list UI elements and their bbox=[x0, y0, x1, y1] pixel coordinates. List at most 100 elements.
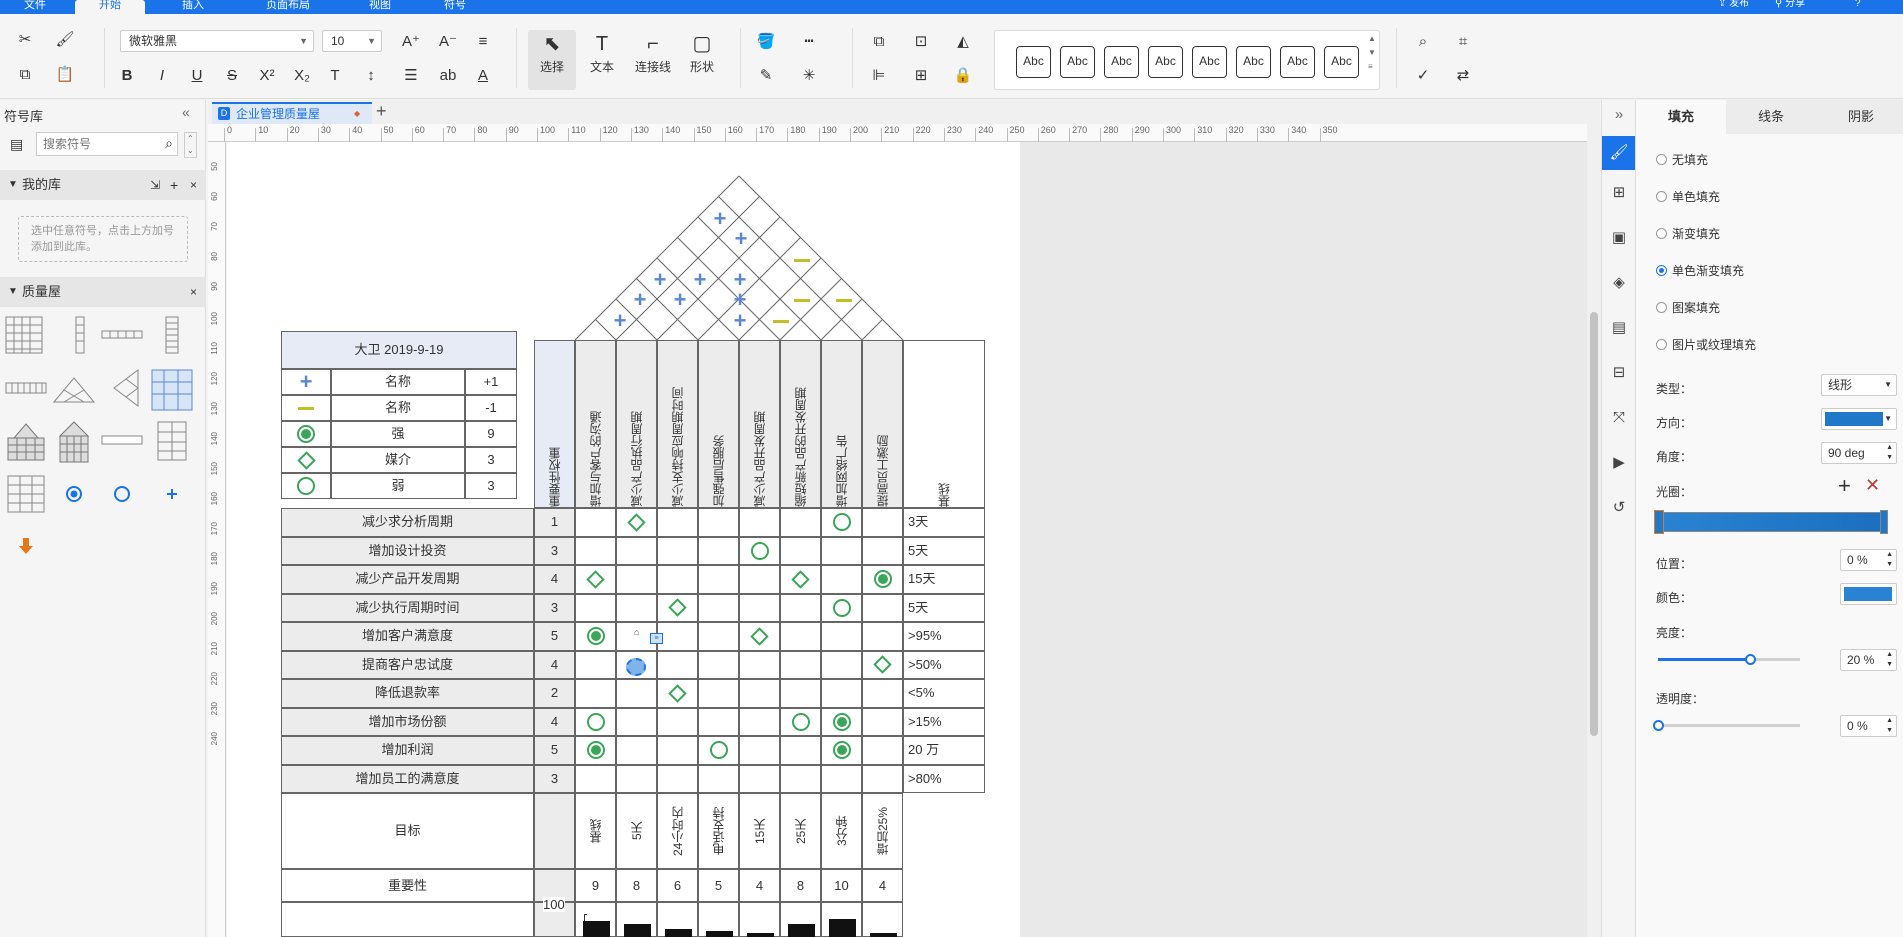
brightness-thumb[interactable] bbox=[1745, 654, 1757, 665]
matrix-cell[interactable] bbox=[575, 593, 616, 622]
row-label[interactable]: 减少求分析周期 bbox=[281, 508, 534, 537]
row-label[interactable]: 降低退款率 bbox=[281, 679, 534, 708]
strong-symbol-icon[interactable] bbox=[832, 712, 851, 731]
matrix-cell[interactable] bbox=[575, 764, 616, 793]
column-shape[interactable] bbox=[60, 315, 104, 359]
column-header[interactable]: 加强售后服务 bbox=[698, 340, 739, 508]
matrix-cell[interactable] bbox=[739, 508, 780, 537]
radio-button-selected[interactable] bbox=[1656, 265, 1667, 277]
plus-symbol-icon[interactable]: + bbox=[610, 310, 630, 332]
matrix-cell[interactable] bbox=[698, 622, 739, 651]
matrix-cell[interactable] bbox=[657, 650, 698, 679]
target-value[interactable]: 增加25% bbox=[862, 793, 903, 869]
matrix-cell[interactable] bbox=[780, 593, 821, 622]
circle-symbol-icon[interactable] bbox=[297, 477, 315, 495]
matrix-cell[interactable] bbox=[698, 565, 739, 594]
matrix-cell[interactable] bbox=[616, 764, 657, 793]
tab-file[interactable]: 文件 bbox=[0, 0, 70, 14]
matrix-cell[interactable] bbox=[862, 679, 903, 708]
style-sample-3[interactable]: Abc bbox=[1104, 46, 1139, 78]
strong-symbol-icon[interactable] bbox=[586, 741, 605, 760]
fill-option-texture[interactable]: 图片或纹理填充 bbox=[1656, 336, 1756, 353]
fill-option-pattern[interactable]: 图案填充 bbox=[1656, 299, 1720, 316]
row-weight[interactable]: 4 bbox=[534, 707, 575, 736]
importance-value[interactable]: 6 bbox=[657, 869, 698, 902]
gradient-bar[interactable] bbox=[1658, 512, 1884, 532]
flip-icon[interactable]: ◭ bbox=[952, 30, 974, 52]
floating-menu-icon[interactable]: ≡ bbox=[650, 633, 663, 644]
angle-input[interactable]: 90 deg ▲ ▼ bbox=[1821, 442, 1897, 464]
increase-font-icon[interactable]: A⁺ bbox=[400, 30, 422, 52]
matrix-cell[interactable] bbox=[698, 679, 739, 708]
document-tab[interactable]: D 企业管理质量屋 ◆ bbox=[212, 102, 372, 124]
transparency-input[interactable]: 0 % ▲ ▼ bbox=[1840, 715, 1897, 737]
lock-icon[interactable]: ⌂ bbox=[634, 627, 639, 637]
style-sample-8[interactable]: Abc bbox=[1324, 46, 1359, 78]
row-shape[interactable] bbox=[100, 315, 144, 359]
column-header[interactable]: 提高员工激励 bbox=[862, 340, 903, 508]
legend-title[interactable]: 大卫 2019-9-19 bbox=[281, 331, 517, 369]
align-icon[interactable]: ≡ bbox=[472, 30, 494, 52]
color-picker[interactable] bbox=[1840, 583, 1897, 605]
matrix-cell[interactable] bbox=[780, 536, 821, 565]
matrix-cell[interactable] bbox=[739, 565, 780, 594]
matrix-cell[interactable] bbox=[739, 650, 780, 679]
quality-house-header[interactable]: ▼ 质量屋 × bbox=[0, 277, 206, 307]
radio-button[interactable] bbox=[1656, 228, 1667, 240]
importance-value[interactable]: 5 bbox=[698, 869, 739, 902]
group-icon[interactable]: ⊡ bbox=[910, 30, 932, 52]
matrix-cell[interactable] bbox=[616, 565, 657, 594]
row-baseline[interactable]: 20 万 bbox=[903, 736, 985, 765]
matrix-cell[interactable] bbox=[739, 679, 780, 708]
column-header[interactable]: 增加网络广告 bbox=[821, 340, 862, 508]
legend-value[interactable]: 9 bbox=[465, 421, 517, 447]
roof-shape[interactable] bbox=[52, 368, 96, 412]
row-baseline[interactable]: >95% bbox=[903, 622, 985, 651]
fill-panel-icon[interactable]: 🖌 bbox=[1602, 136, 1636, 170]
plus-symbol-icon[interactable]: + bbox=[690, 269, 710, 291]
matrix-cell[interactable] bbox=[739, 764, 780, 793]
matrix-cell[interactable] bbox=[698, 707, 739, 736]
matrix-cell[interactable] bbox=[657, 508, 698, 537]
radio-button[interactable] bbox=[1656, 191, 1667, 203]
legend-name[interactable]: 名称 bbox=[331, 395, 465, 421]
circle-symbol-icon[interactable] bbox=[832, 513, 851, 532]
target-value[interactable]: 基线 bbox=[575, 793, 616, 869]
row-label[interactable]: 增加设计投资 bbox=[281, 536, 534, 565]
fill-option-gradient[interactable]: 渐变填充 bbox=[1656, 225, 1720, 242]
paste-icon[interactable]: 📋 bbox=[54, 63, 76, 85]
qfd-matrix-shape[interactable] bbox=[4, 315, 48, 359]
image-icon[interactable]: ▣ bbox=[1608, 227, 1630, 249]
plus-symbol-icon[interactable]: + bbox=[730, 289, 750, 311]
matrix-cell[interactable] bbox=[780, 736, 821, 765]
radio-button[interactable] bbox=[1656, 302, 1667, 314]
my-library-header[interactable]: ▼ 我的库 ⇲ + × bbox=[0, 170, 206, 200]
tab-view[interactable]: 视图 bbox=[345, 0, 415, 14]
style-sample-7[interactable]: Abc bbox=[1280, 46, 1315, 78]
matrix-cell[interactable] bbox=[657, 764, 698, 793]
minus-symbol-icon[interactable] bbox=[298, 406, 314, 410]
row-weight[interactable]: 3 bbox=[534, 593, 575, 622]
matrix-cell[interactable] bbox=[698, 764, 739, 793]
stepper-icon[interactable]: ▲ ▼ bbox=[1886, 650, 1893, 670]
history-icon[interactable]: ↺ bbox=[1608, 497, 1630, 519]
matrix-cell[interactable] bbox=[575, 536, 616, 565]
matrix-cell[interactable] bbox=[657, 565, 698, 594]
font-family-select[interactable]: 微软雅黑 ▼ bbox=[120, 30, 314, 52]
font-size-select[interactable]: 10 ▼ bbox=[322, 30, 382, 52]
target-value[interactable]: 15天 bbox=[739, 793, 780, 869]
quality-house-color-shape[interactable] bbox=[150, 368, 194, 412]
tab-fill[interactable]: 填充 bbox=[1636, 100, 1726, 134]
add-icon[interactable]: + bbox=[170, 170, 178, 200]
target-value[interactable]: 25天 bbox=[780, 793, 821, 869]
stepper-icon[interactable]: ▲ ▼ bbox=[1886, 550, 1893, 570]
transparency-thumb[interactable] bbox=[1653, 720, 1664, 731]
row-baseline[interactable]: >15% bbox=[903, 707, 985, 736]
close-icon[interactable]: × bbox=[190, 277, 197, 307]
line-spacing-icon[interactable]: ↕ bbox=[360, 64, 382, 86]
strong-symbol-shape[interactable] bbox=[52, 472, 96, 516]
column-header[interactable]: 减少产品执行周期 bbox=[616, 340, 657, 508]
bold-icon[interactable]: B bbox=[116, 64, 138, 86]
matrix-cell[interactable] bbox=[862, 707, 903, 736]
gradient-stop-start[interactable] bbox=[1654, 510, 1664, 534]
